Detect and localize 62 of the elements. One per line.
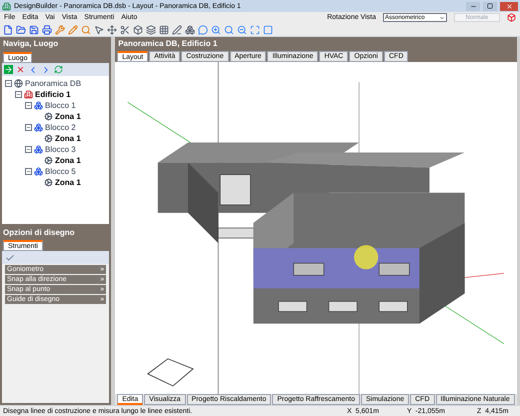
cube-icon[interactable] — [507, 13, 516, 22]
globe-icon — [14, 79, 23, 88]
close-button[interactable] — [500, 2, 518, 10]
app-logo-icon — [2, 2, 11, 10]
search-icon[interactable] — [81, 24, 91, 34]
move-icon[interactable] — [107, 24, 117, 34]
tree-item[interactable]: Zona 1 — [55, 156, 81, 164]
maximize-icon — [487, 3, 493, 9]
gear-icon — [44, 134, 53, 143]
pencil-icon[interactable] — [68, 24, 78, 34]
panel-title: Opzioni di disegno — [2, 227, 76, 237]
gear-icon — [44, 112, 53, 121]
zoom-in-icon[interactable] — [211, 24, 221, 34]
tree-item[interactable]: Panoramica DB — [25, 80, 82, 88]
zoom-icon[interactable] — [224, 24, 234, 34]
tree-item[interactable]: Zona 1 — [55, 134, 81, 142]
tree-item[interactable]: Blocco 2 — [45, 124, 76, 132]
wrench-icon[interactable] — [55, 24, 65, 34]
dropdown-caret-icon — [439, 14, 445, 20]
pen-icon[interactable] — [172, 24, 182, 34]
tree-item[interactable]: Zona 1 — [55, 178, 81, 186]
block-icon — [34, 167, 43, 176]
collapse-toggle[interactable] — [15, 91, 22, 98]
collapse-toggle[interactable] — [5, 80, 12, 87]
maximize-button[interactable] — [483, 2, 497, 10]
save-icon[interactable] — [29, 24, 39, 34]
collapse-toggle[interactable] — [25, 124, 32, 131]
pointer-icon[interactable] — [94, 24, 104, 34]
speech-bubble-icon[interactable] — [198, 24, 208, 34]
layers-icon[interactable] — [146, 24, 156, 34]
delete-icon[interactable] — [16, 65, 25, 74]
collapse-toggle[interactable] — [25, 168, 32, 175]
check-icon[interactable] — [5, 252, 15, 262]
gear-icon — [44, 156, 53, 165]
blocks-icon[interactable] — [185, 24, 195, 34]
tree-item[interactable]: Blocco 1 — [45, 102, 76, 110]
zoom-out-icon[interactable] — [237, 24, 247, 34]
refresh-icon[interactable] — [54, 65, 63, 74]
box-icon[interactable] — [133, 24, 143, 34]
frame-icon[interactable] — [263, 24, 273, 34]
collapse-toggle[interactable] — [25, 102, 32, 109]
grid-icon[interactable] — [159, 24, 169, 34]
block-icon — [34, 123, 43, 132]
tree-item[interactable]: Zona 1 — [55, 112, 81, 120]
panel-title: Panoramica DB, Edificio 1 — [117, 38, 218, 48]
block-icon — [34, 145, 43, 154]
new-file-icon[interactable] — [3, 24, 13, 34]
block-icon — [34, 101, 43, 110]
panel-title: Naviga, Luogo — [2, 38, 60, 48]
tree-item[interactable]: Blocco 5 — [45, 168, 76, 176]
printer-icon[interactable] — [42, 24, 52, 34]
close-icon — [506, 2, 512, 10]
scissors-icon[interactable] — [120, 24, 130, 34]
folder-icon[interactable] — [16, 24, 26, 34]
collapse-toggle[interactable] — [25, 146, 32, 153]
minimize-button[interactable] — [466, 2, 480, 10]
tree-item[interactable]: Blocco 3 — [45, 146, 76, 154]
building-icon — [24, 90, 33, 99]
gear-icon — [44, 178, 53, 187]
fit-view-icon[interactable] — [250, 24, 260, 34]
go-icon[interactable] — [4, 65, 13, 74]
tree-item[interactable]: Edificio 1 — [35, 90, 71, 98]
